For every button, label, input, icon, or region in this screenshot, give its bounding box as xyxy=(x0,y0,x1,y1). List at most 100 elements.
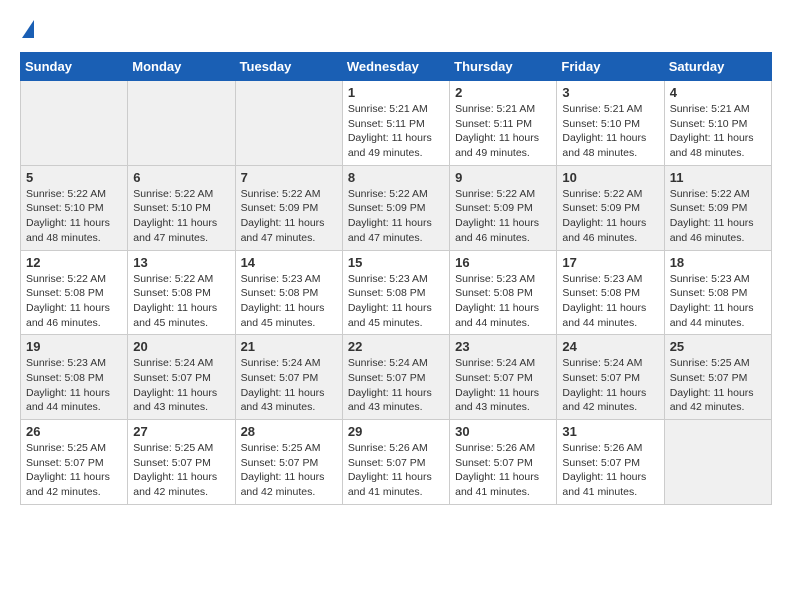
calendar-day-cell xyxy=(21,81,128,166)
day-info-line: Sunset: 5:09 PM xyxy=(348,202,426,214)
day-info-line: Daylight: 11 hours and 46 minutes. xyxy=(455,217,539,244)
day-info: Sunrise: 5:22 AM Sunset: 5:09 PM Daylight:… xyxy=(241,187,337,246)
calendar-day-cell: 22Sunrise: 5:24 AMSunset: 5:07 PMDayligh… xyxy=(342,335,449,420)
day-info-line: Sunset: 5:11 PM xyxy=(455,118,532,130)
day-info: Sunrise: 5:23 AM Sunset: 5:08 PM Daylight:… xyxy=(455,272,551,331)
day-number: 15 xyxy=(348,255,444,270)
day-number: 21 xyxy=(241,339,337,354)
day-info-line: Sunrise: 5:22 AM xyxy=(670,188,750,200)
calendar-day-cell: 29Sunrise: 5:26 AMSunset: 5:07 PMDayligh… xyxy=(342,420,449,505)
day-info-line: Sunset: 5:08 PM xyxy=(562,287,640,299)
day-info-line: Daylight: 11 hours and 41 minutes. xyxy=(455,471,539,498)
day-info-line: Sunset: 5:09 PM xyxy=(241,202,319,214)
calendar-day-cell: 19 Sunrise: 5:23 AM Sunset: 5:08 PM Dayligh… xyxy=(21,335,128,420)
day-info-line: Daylight: 11 hours and 44 minutes. xyxy=(26,387,110,414)
day-info-line: Daylight: 11 hours and 42 minutes. xyxy=(670,387,754,414)
day-number: 30 xyxy=(455,424,551,439)
day-info-line: Sunrise: 5:23 AM xyxy=(26,357,106,369)
day-info: Sunrise: 5:25 AMSunset: 5:07 PMDaylight:… xyxy=(670,356,766,415)
day-info-line: Daylight: 11 hours and 47 minutes. xyxy=(348,217,432,244)
day-info: Sunrise: 5:23 AMSunset: 5:08 PMDaylight:… xyxy=(670,272,766,331)
day-info-line: Sunset: 5:08 PM xyxy=(26,372,104,384)
calendar-day-cell: 5Sunrise: 5:22 AMSunset: 5:10 PMDaylight… xyxy=(21,165,128,250)
day-info-line: Sunset: 5:09 PM xyxy=(562,202,640,214)
calendar-header: SundayMondayTuesdayWednesdayThursdayFrid… xyxy=(21,53,772,81)
day-info-line: Sunrise: 5:22 AM xyxy=(26,273,106,285)
day-info-line: Daylight: 11 hours and 47 minutes. xyxy=(241,217,325,244)
day-info-line: Daylight: 11 hours and 47 minutes. xyxy=(133,217,217,244)
day-info-line: Sunset: 5:07 PM xyxy=(670,372,748,384)
calendar-day-cell: 23Sunrise: 5:24 AMSunset: 5:07 PMDayligh… xyxy=(450,335,557,420)
calendar-day-cell: 28 Sunrise: 5:25 AMSunset: 5:07 PMDayligh… xyxy=(235,420,342,505)
day-number: 18 xyxy=(670,255,766,270)
day-info: Sunrise: 5:24 AMSunset: 5:07 PMDaylight:… xyxy=(241,356,337,415)
day-info-line: Sunset: 5:10 PM xyxy=(670,118,748,130)
day-number: 2 xyxy=(455,85,551,100)
day-number: 8 xyxy=(348,170,444,185)
day-info-line: Daylight: 11 hours and 45 minutes. xyxy=(133,302,217,329)
calendar-day-cell: 26Sunrise: 5:25 AMSunset: 5:07 PMDayligh… xyxy=(21,420,128,505)
day-info: Sunrise: 5:25 AMSunset: 5:07 PMDaylight:… xyxy=(241,441,337,500)
day-info-line: Daylight: 11 hours and 43 minutes. xyxy=(348,387,432,414)
calendar-day-cell: 7Sunrise: 5:22 AMSunset: 5:09 PMDaylight… xyxy=(235,165,342,250)
day-info-line: Sunrise: 5:25 AM xyxy=(26,442,106,454)
day-info-line: Daylight: 11 hours and 42 minutes. xyxy=(133,471,217,498)
day-number: 16 xyxy=(455,255,551,270)
calendar-day-cell xyxy=(664,420,771,505)
day-info-line: Daylight: 11 hours and 43 minutes. xyxy=(455,387,539,414)
day-info-line: Sunrise: 5:22 AM xyxy=(26,188,106,200)
day-info-line: Sunset: 5:08 PM xyxy=(670,287,748,299)
calendar-day-cell: 11Sunrise: 5:22 AMSunset: 5:09 PMDayligh… xyxy=(664,165,771,250)
day-number: 12 xyxy=(26,255,122,270)
day-info: Sunrise: 5:21 AMSunset: 5:11 PMDaylight:… xyxy=(455,102,551,161)
day-info-line: Sunset: 5:07 PM xyxy=(133,372,211,384)
day-number: 31 xyxy=(562,424,658,439)
day-info-line: Daylight: 11 hours and 44 minutes. xyxy=(455,302,539,329)
calendar-week-row: 26Sunrise: 5:25 AMSunset: 5:07 PMDayligh… xyxy=(21,420,772,505)
day-info-line: Sunset: 5:07 PM xyxy=(455,372,533,384)
day-number: 3 xyxy=(562,85,658,100)
day-info-line: Sunset: 5:07 PM xyxy=(562,457,640,469)
day-info: Sunrise: 5:22 AMSunset: 5:10 PMDaylight:… xyxy=(26,187,122,246)
day-info-line: Sunset: 5:07 PM xyxy=(348,457,426,469)
day-info: Sunrise: 5:24 AMSunset: 5:07 PMDaylight:… xyxy=(348,356,444,415)
day-info: Sunrise: 5:25 AMSunset: 5:07 PMDaylight:… xyxy=(26,441,122,500)
day-info-line: Sunrise: 5:21 AM xyxy=(670,103,750,115)
day-info-line: Sunrise: 5:24 AM xyxy=(241,357,321,369)
day-info-line: Sunrise: 5:26 AM xyxy=(562,442,642,454)
day-info: Sunrise: 5:22 AMSunset: 5:09 PMDaylight:… xyxy=(670,187,766,246)
day-info: Sunrise: 5:22 AMSunset: 5:09 PMDaylight:… xyxy=(455,187,551,246)
weekday-header-friday: Friday xyxy=(557,53,664,81)
calendar-day-cell: 2 Sunrise: 5:21 AMSunset: 5:11 PMDaylight… xyxy=(450,81,557,166)
day-info-line: Sunrise: 5:24 AM xyxy=(348,357,428,369)
day-number: 10 xyxy=(562,170,658,185)
day-number: 23 xyxy=(455,339,551,354)
day-info-line: Sunrise: 5:22 AM xyxy=(455,188,535,200)
calendar-week-row: 12 Sunrise: 5:22 AM Sunset: 5:08 PM Dayligh… xyxy=(21,250,772,335)
calendar-day-cell: 13Sunrise: 5:22 AMSunset: 5:08 PMDayligh… xyxy=(128,250,235,335)
day-info-line: Sunset: 5:08 PM xyxy=(348,287,426,299)
day-info-line: Sunrise: 5:22 AM xyxy=(348,188,428,200)
day-info-line: Sunset: 5:07 PM xyxy=(455,457,533,469)
day-info-line: Sunrise: 5:22 AM xyxy=(241,188,321,200)
day-info-line: Sunset: 5:08 PM xyxy=(455,287,533,299)
day-number: 9 xyxy=(455,170,551,185)
day-info-line: Sunrise: 5:21 AM xyxy=(562,103,642,115)
calendar-day-cell xyxy=(128,81,235,166)
day-number: 19 xyxy=(26,339,122,354)
day-info-line: Sunrise: 5:23 AM xyxy=(348,273,428,285)
day-info-line: Sunset: 5:09 PM xyxy=(670,202,748,214)
weekday-header-row: SundayMondayTuesdayWednesdayThursdayFrid… xyxy=(21,53,772,81)
day-info-line: Daylight: 11 hours and 49 minutes. xyxy=(348,132,432,159)
calendar-day-cell: 16 Sunrise: 5:23 AM Sunset: 5:08 PM Dayligh… xyxy=(450,250,557,335)
day-info: Sunrise: 5:24 AMSunset: 5:07 PMDaylight:… xyxy=(562,356,658,415)
day-info: Sunrise: 5:24 AMSunset: 5:07 PMDaylight:… xyxy=(133,356,229,415)
day-info-line: Daylight: 11 hours and 45 minutes. xyxy=(348,302,432,329)
day-info: Sunrise: 5:21 AMSunset: 5:10 PMDaylight:… xyxy=(562,102,658,161)
day-number: 28 xyxy=(241,424,337,439)
weekday-header-wednesday: Wednesday xyxy=(342,53,449,81)
day-info-line: Sunrise: 5:21 AM xyxy=(348,103,428,115)
day-info-line: Sunrise: 5:23 AM xyxy=(455,273,535,285)
day-info-line: Daylight: 11 hours and 44 minutes. xyxy=(562,302,646,329)
day-info-line: Sunset: 5:07 PM xyxy=(133,457,211,469)
